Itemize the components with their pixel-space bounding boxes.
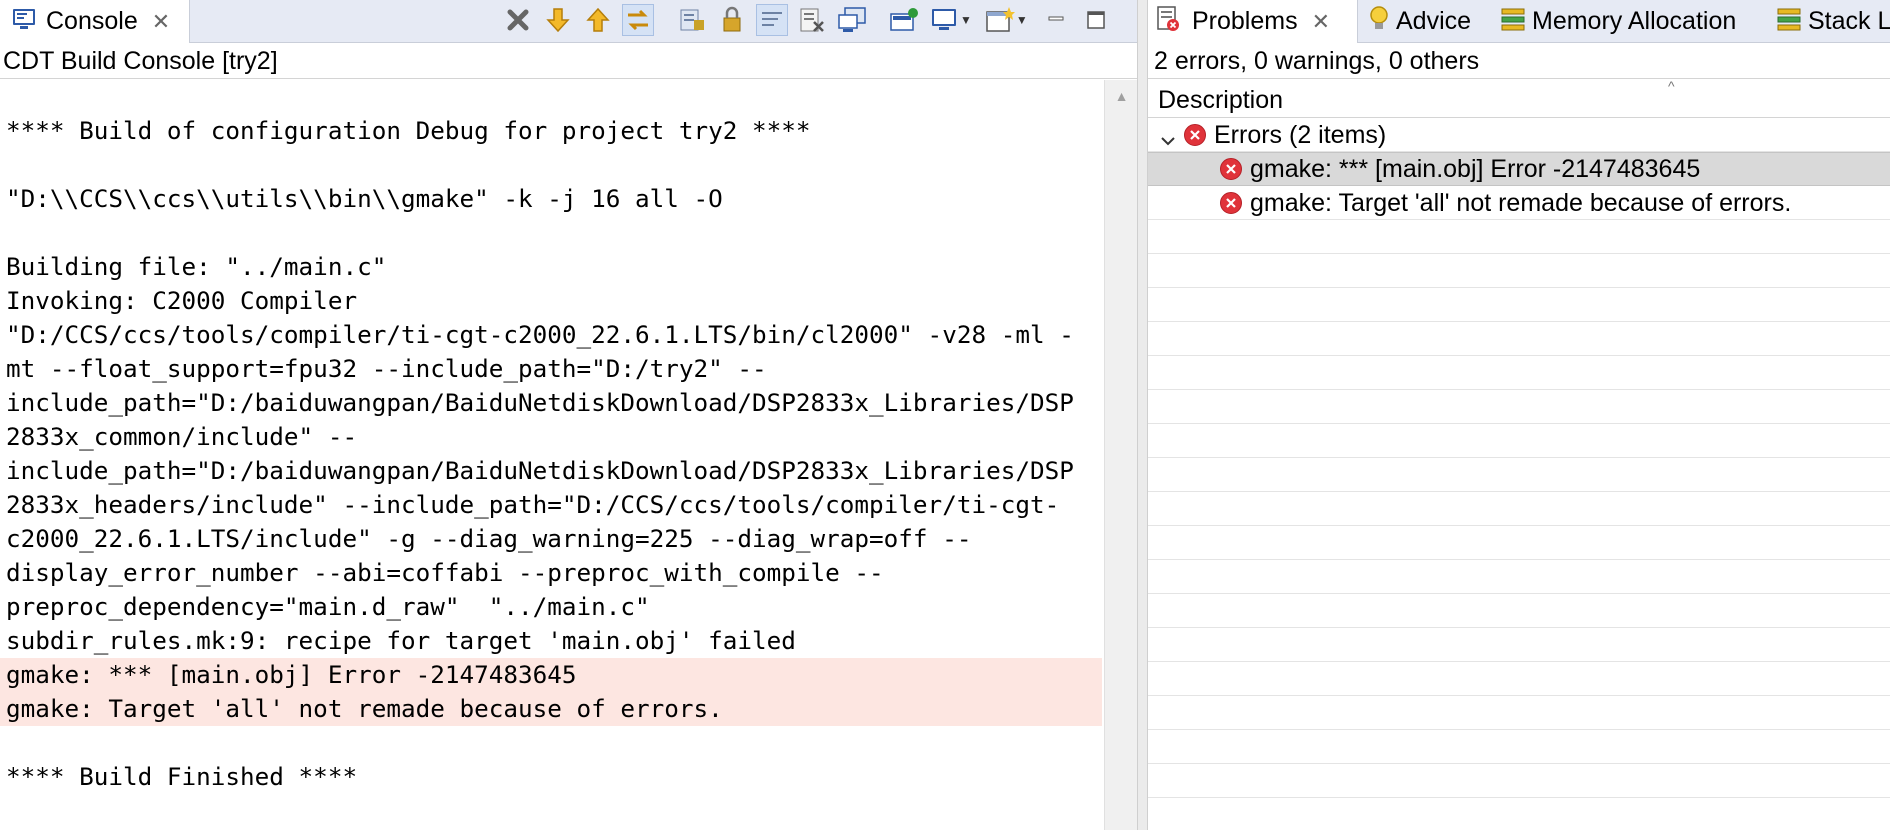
word-wrap-icon[interactable] — [756, 4, 788, 36]
next-error-icon[interactable] — [542, 4, 574, 36]
console-line: mt --float_support=fpu32 --include_path=… — [6, 354, 767, 383]
console-header: CDT Build Console [try2] — [0, 43, 1137, 79]
problems-tree: Errors (2 items) gmake: *** [main.obj] E… — [1148, 118, 1890, 830]
tree-item-error[interactable]: gmake: *** [main.obj] Error -2147483645 — [1148, 152, 1890, 186]
tab-problems[interactable]: Problems ✕ — [1148, 0, 1358, 43]
console-line: include_path="D:/baiduwangpan/BaiduNetdi… — [6, 456, 1074, 485]
tab-stack-usage-label: Stack L — [1808, 6, 1890, 35]
console-line: subdir_rules.mk:9: recipe for target 'ma… — [6, 626, 796, 655]
console-line: preproc_dependency="main.d_raw" "../main… — [6, 592, 650, 621]
tree-item-label: gmake: *** [main.obj] Error -2147483645 — [1250, 154, 1701, 183]
tab-advice[interactable]: Advice — [1368, 0, 1471, 42]
scroll-up-icon[interactable]: ▲ — [1105, 88, 1138, 104]
maximize-icon[interactable] — [1080, 4, 1112, 36]
tree-item-label: gmake: Target 'all' not remade because o… — [1250, 188, 1792, 217]
console-line: 2833x_headers/include" --include_path="D… — [6, 490, 1060, 519]
chevron-down-icon[interactable] — [1160, 127, 1176, 146]
close-icon[interactable]: ✕ — [1312, 10, 1330, 33]
console-icon — [12, 7, 36, 36]
minimize-icon[interactable] — [1040, 4, 1072, 36]
tab-memory-allocation[interactable]: Memory Allocation — [1500, 0, 1736, 42]
error-icon — [1220, 158, 1242, 180]
terminate-icon[interactable] — [502, 4, 534, 36]
console-view: Console ✕ ▼ ▼ CDT Build Console [try2] *… — [0, 0, 1138, 830]
problems-summary: 2 errors, 0 warnings, 0 others — [1148, 43, 1890, 79]
problems-view: Problems ✕ Advice Memory Allocation Stac… — [1148, 0, 1890, 830]
close-icon[interactable]: ✕ — [152, 10, 170, 33]
console-line: 2833x_common/include" -- — [6, 422, 358, 451]
console-error-line: gmake: *** [main.obj] Error -2147483645 — [0, 658, 1102, 692]
problems-icon — [1156, 5, 1182, 38]
console-toolbar: ▼ ▼ — [498, 0, 1116, 40]
vertical-scrollbar[interactable]: ▲ — [1104, 80, 1138, 830]
console-line: "D:/CCS/ccs/tools/compiler/ti-cgt-c2000_… — [6, 320, 1074, 349]
console-line: **** Build Finished **** — [6, 762, 358, 791]
description-column-label: Description — [1158, 86, 1284, 114]
open-console-icon[interactable] — [928, 4, 960, 36]
tab-problems-label: Problems — [1192, 7, 1298, 35]
console-line: Invoking: C2000 Compiler — [6, 286, 358, 315]
tree-item-error[interactable]: gmake: Target 'all' not remade because o… — [1148, 186, 1890, 220]
stack-icon — [1776, 6, 1802, 37]
display-console-icon[interactable] — [888, 4, 920, 36]
console-line: **** Build of configuration Debug for pr… — [6, 116, 811, 145]
tab-stack-usage[interactable]: Stack L — [1776, 0, 1890, 42]
lightbulb-icon — [1368, 5, 1390, 38]
link-editor-icon[interactable] — [622, 4, 654, 36]
copy-build-log-icon[interactable] — [836, 4, 868, 36]
view-splitter[interactable] — [1137, 0, 1148, 830]
clear-console-icon[interactable] — [796, 4, 828, 36]
previous-error-icon[interactable] — [582, 4, 614, 36]
problems-tabbar: Problems ✕ Advice Memory Allocation Stac… — [1148, 0, 1890, 43]
console-tabbar: Console ✕ ▼ ▼ — [0, 0, 1137, 43]
tab-console-label: Console — [46, 7, 138, 35]
tab-memory-allocation-label: Memory Allocation — [1532, 6, 1737, 35]
console-line: Building file: "../main.c" — [6, 252, 387, 281]
chevron-down-icon[interactable]: ▼ — [1016, 13, 1028, 27]
console-line: display_error_number --abi=coffabi --pre… — [6, 558, 884, 587]
tree-group-errors[interactable]: Errors (2 items) — [1148, 118, 1890, 152]
console-line: include_path="D:/baiduwangpan/BaiduNetdi… — [6, 388, 1074, 417]
scroll-lock-icon[interactable] — [676, 4, 708, 36]
tab-advice-label: Advice — [1396, 6, 1472, 35]
error-icon — [1184, 124, 1206, 146]
pin-console-icon[interactable] — [716, 4, 748, 36]
new-console-icon[interactable] — [984, 4, 1016, 36]
console-error-line: gmake: Target 'all' not remade because o… — [0, 692, 1102, 726]
console-line: "D:\\CCS\\ccs\\utils\\bin\\gmake" -k -j … — [6, 184, 723, 213]
console-line: c2000_22.6.1.LTS/include" -g --diag_warn… — [6, 524, 972, 553]
console-output[interactable]: **** Build of configuration Debug for pr… — [0, 80, 1102, 830]
sort-indicator-icon: ^ — [1668, 78, 1675, 94]
description-column-header[interactable]: Description ^ — [1148, 78, 1890, 118]
chevron-down-icon[interactable]: ▼ — [960, 13, 972, 27]
error-icon — [1220, 192, 1242, 214]
tree-group-label: Errors (2 items) — [1214, 120, 1387, 149]
memory-icon — [1500, 6, 1526, 37]
tab-console[interactable]: Console ✕ — [0, 0, 190, 43]
